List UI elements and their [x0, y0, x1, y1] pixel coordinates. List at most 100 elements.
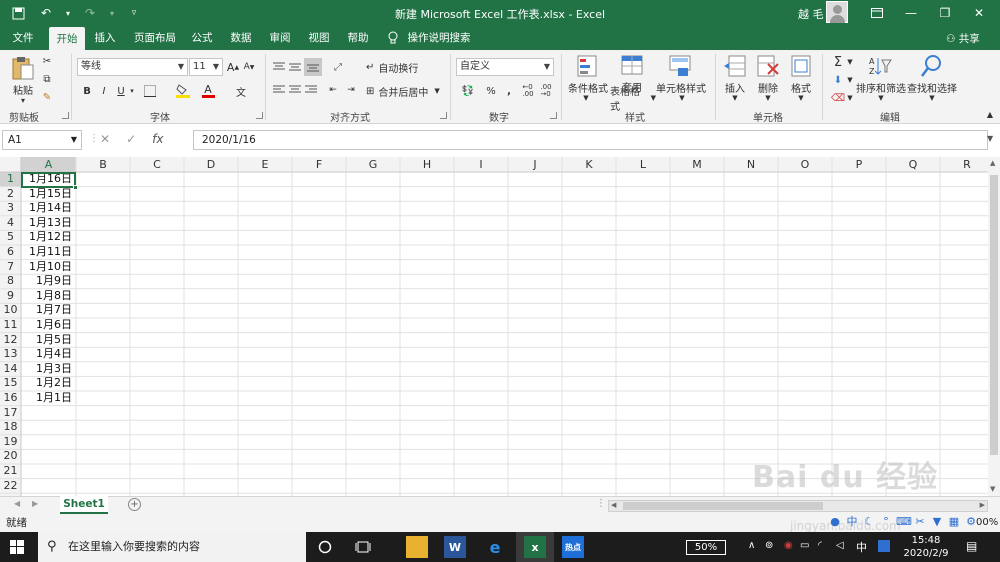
cell-a[interactable]: 1月15日: [21, 187, 72, 202]
italic-button[interactable]: I: [97, 82, 111, 100]
align-bottom-icon[interactable]: [304, 58, 322, 76]
hotspot-app-icon[interactable]: 热点: [562, 536, 584, 558]
cell-a[interactable]: 1月4日: [21, 347, 72, 362]
row-header[interactable]: 12: [0, 333, 21, 348]
row-header[interactable]: 9: [0, 289, 21, 304]
cell-a[interactable]: 1月10日: [21, 260, 72, 275]
decrease-decimal-icon[interactable]: .00 →0: [538, 82, 554, 100]
cell-a[interactable]: 1月8日: [21, 289, 72, 304]
column-header[interactable]: C: [130, 157, 184, 172]
minimize-icon[interactable]: —: [894, 0, 928, 26]
task-view-icon[interactable]: [352, 536, 374, 558]
worksheet-grid[interactable]: ABCDEFGHIJKLMNOPQR 1 2 3 4 5 6 7 8 9 10 11 12 13 14 15…: [0, 157, 1000, 496]
ime-indicator[interactable]: 中: [856, 539, 867, 555]
row-header[interactable]: 21: [0, 464, 21, 479]
ime-person-icon[interactable]: ●: [828, 515, 842, 529]
wifi-icon[interactable]: ◜: [818, 540, 822, 551]
bold-button[interactable]: B: [80, 82, 94, 100]
add-sheet-button[interactable]: +: [128, 498, 141, 511]
cell-a[interactable]: 1月9日: [21, 274, 72, 289]
merge-center-button[interactable]: ⊞ 合并后居中 ▼: [366, 82, 444, 100]
row-header[interactable]: 22: [0, 479, 21, 494]
scroll-thumb[interactable]: [990, 175, 998, 455]
row-header[interactable]: 8: [0, 274, 21, 289]
hscroll-thumb[interactable]: [623, 502, 823, 510]
decrease-indent-icon[interactable]: ⇤: [326, 83, 340, 97]
cell-styles-icon[interactable]: [668, 54, 694, 78]
tab-data[interactable]: 数据: [227, 26, 255, 50]
borders-icon[interactable]: [143, 82, 157, 100]
scroll-left-icon[interactable]: ◀: [611, 501, 616, 509]
fill-color-icon[interactable]: [175, 82, 191, 100]
app-tray-icon[interactable]: ◉: [784, 540, 793, 551]
increase-indent-icon[interactable]: ⇥: [344, 83, 358, 97]
align-top-icon[interactable]: [272, 60, 286, 74]
ime-tray-icon[interactable]: [878, 540, 890, 552]
row-header[interactable]: 3: [0, 201, 21, 216]
underline-button[interactable]: U: [114, 82, 128, 100]
battery-indicator[interactable]: 50%: [686, 540, 726, 555]
font-name-select[interactable]: 等线 ▼: [77, 58, 188, 76]
autosum-button[interactable]: Σ: [830, 54, 846, 70]
task-view-circle-icon[interactable]: [314, 536, 336, 558]
ime-chinese-icon[interactable]: 中: [845, 515, 859, 529]
wrap-text-button[interactable]: ↵ 自动换行: [366, 58, 436, 76]
column-header[interactable]: L: [616, 157, 670, 172]
row-header[interactable]: 6: [0, 245, 21, 260]
row-header[interactable]: 20: [0, 449, 21, 464]
tab-home[interactable]: 开始: [49, 27, 85, 50]
vertical-scrollbar[interactable]: ▲ ▼: [988, 157, 1000, 496]
cell-a[interactable]: 1月12日: [21, 230, 72, 245]
accounting-format-icon[interactable]: 💱: [457, 82, 479, 100]
number-format-select[interactable]: 自定义 ▼: [456, 58, 554, 76]
align-middle-icon[interactable]: [288, 60, 302, 74]
cell-a[interactable]: 1月7日: [21, 303, 72, 318]
column-header[interactable]: P: [832, 157, 886, 172]
prev-sheet-icon[interactable]: ◀: [14, 499, 20, 508]
enter-icon[interactable]: ✓: [126, 132, 136, 146]
collapse-ribbon-icon[interactable]: ▲: [984, 108, 996, 120]
column-header[interactable]: K: [562, 157, 616, 172]
column-header[interactable]: Q: [886, 157, 940, 172]
cancel-icon[interactable]: ✕: [100, 132, 110, 146]
chevron-down-icon[interactable]: ▼: [728, 92, 742, 104]
format-as-table-button[interactable]: 表格格式 ▼: [610, 87, 656, 113]
format-cells-icon[interactable]: [789, 54, 815, 78]
next-sheet-icon[interactable]: ▶: [32, 499, 38, 508]
name-box[interactable]: A1 ▼: [2, 130, 82, 150]
sheet-tab-sheet1[interactable]: Sheet1: [60, 496, 108, 514]
word-icon[interactable]: W: [444, 536, 466, 558]
column-header[interactable]: G: [346, 157, 400, 172]
cell-a[interactable]: 1月13日: [21, 216, 72, 231]
formula-input[interactable]: 2020/1/16: [193, 130, 988, 150]
paste-icon[interactable]: [10, 55, 36, 80]
row-header[interactable]: 15: [0, 376, 21, 391]
restore-icon[interactable]: ❐: [928, 0, 962, 26]
ime-keyboard-icon[interactable]: ⌨: [896, 515, 912, 529]
column-header[interactable]: B: [76, 157, 130, 172]
column-header[interactable]: I: [454, 157, 508, 172]
scroll-up-icon[interactable]: ▲: [990, 159, 995, 167]
font-color-button[interactable]: A: [200, 82, 216, 100]
tab-view[interactable]: 视图: [305, 26, 333, 50]
taskbar-search-box[interactable]: ⚲ 在这里输入你要搜索的内容: [38, 532, 306, 562]
chevron-up-icon[interactable]: ∧: [748, 540, 755, 551]
chevron-down-icon[interactable]: ▼: [579, 92, 593, 104]
cell-a[interactable]: 1月5日: [21, 333, 72, 348]
excel-task-active[interactable]: x: [516, 532, 554, 562]
cell-a[interactable]: 1月2日: [21, 376, 72, 391]
windows-start-icon[interactable]: [10, 540, 24, 557]
number-launcher-icon[interactable]: [550, 112, 557, 119]
fill-handle[interactable]: [73, 185, 78, 190]
column-header[interactable]: J: [508, 157, 562, 172]
underline-dropdown-icon[interactable]: ▾: [128, 82, 136, 100]
network-icon[interactable]: ⊚: [765, 540, 773, 551]
insert-cells-icon[interactable]: [723, 54, 749, 78]
row-header[interactable]: 19: [0, 435, 21, 450]
cell-a[interactable]: 1月3日: [21, 362, 72, 377]
find-select-icon[interactable]: [920, 54, 946, 78]
font-launcher-icon[interactable]: [256, 112, 263, 119]
chevron-down-icon[interactable]: ▼: [874, 92, 888, 104]
volume-icon[interactable]: ◁: [836, 540, 844, 551]
cell-a[interactable]: 1月14日: [21, 201, 72, 216]
